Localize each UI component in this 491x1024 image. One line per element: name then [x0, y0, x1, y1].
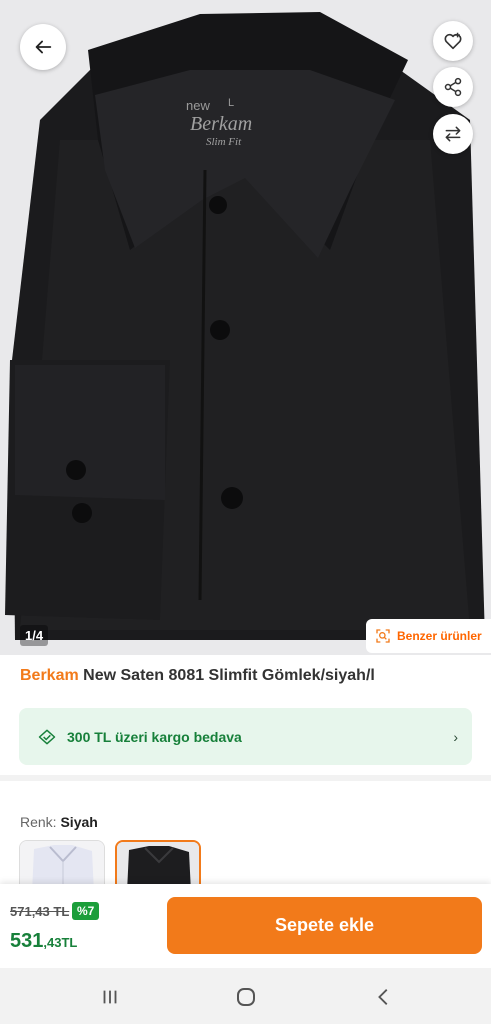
chevron-left-icon: [378, 989, 388, 1005]
image-counter: 1/4: [20, 625, 49, 646]
share-icon: [444, 77, 462, 97]
tag-brand: Berkam: [190, 113, 252, 135]
discount-badge: %7: [72, 902, 100, 920]
home-button[interactable]: [231, 982, 261, 1012]
product-image: new L Berkam Slim Fit: [0, 0, 491, 655]
heart-add-icon: [444, 32, 462, 50]
arrow-left-icon: [35, 40, 52, 54]
add-to-cart-button[interactable]: Sepete ekle: [167, 897, 482, 954]
similar-products-button[interactable]: Benzer ürünler: [366, 619, 491, 653]
shipping-icon: [38, 729, 56, 744]
recent-apps-button[interactable]: [95, 982, 125, 1012]
price-cents: ,43TL: [43, 935, 78, 950]
free-shipping-banner[interactable]: 300 TL üzeri kargo bedava ›: [19, 708, 472, 765]
tag-new: new: [186, 98, 210, 113]
image-search-icon: [376, 629, 390, 643]
recents-icon: [103, 990, 117, 1004]
product-image-gallery[interactable]: new L Berkam Slim Fit 1/4 Benzer ürünler: [0, 0, 491, 655]
product-brand[interactable]: Berkam: [20, 667, 79, 684]
system-back-button[interactable]: [369, 982, 399, 1012]
home-icon: [237, 988, 255, 1006]
favorite-button[interactable]: [433, 21, 473, 61]
color-label: Renk:: [20, 814, 57, 830]
swap-arrows-icon: [445, 126, 461, 142]
product-name: New Saten 8081 Slimfit Gömlek/siyah/l: [83, 667, 375, 684]
section-divider: [0, 775, 491, 781]
color-label-row: Renk: Siyah: [20, 814, 98, 830]
product-title: Berkam New Saten 8081 Slimfit Gömlek/siy…: [20, 667, 375, 685]
back-button[interactable]: [20, 24, 66, 70]
color-value: Siyah: [60, 814, 98, 830]
compare-button[interactable]: [433, 114, 473, 154]
share-button[interactable]: [433, 67, 473, 107]
tag-size: L: [228, 97, 234, 109]
old-price: 571,43 TL: [10, 904, 70, 919]
tag-fit: Slim Fit: [206, 136, 242, 148]
free-shipping-text: 300 TL üzeri kargo bedava: [67, 728, 242, 745]
chevron-right-icon: ›: [453, 728, 458, 745]
purchase-bar: 571,43 TL %7 531,43TL Sepete ekle: [0, 884, 491, 968]
system-navigation-bar: [0, 968, 491, 1024]
similar-products-label: Benzer ürünler: [397, 629, 482, 643]
price-main: 531: [10, 930, 44, 952]
current-price: 531,43TL: [10, 930, 77, 953]
